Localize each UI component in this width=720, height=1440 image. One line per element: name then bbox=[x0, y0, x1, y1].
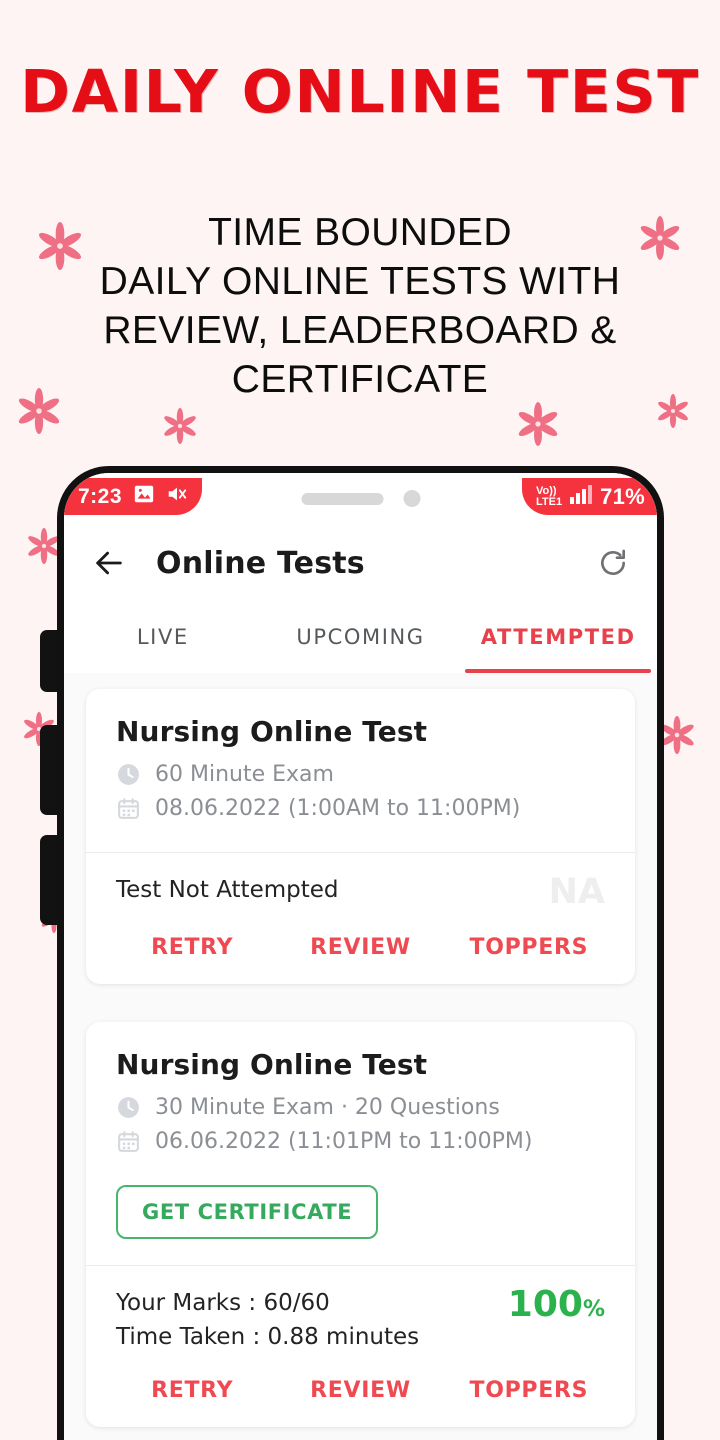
test-score-value: 100 bbox=[507, 1284, 583, 1325]
refresh-icon[interactable] bbox=[597, 547, 629, 579]
test-date: 06.06.2022 (11:01PM to 11:00PM) bbox=[155, 1129, 533, 1154]
test-result: Your Marks : 60/60 Time Taken : 0.88 min… bbox=[86, 1266, 635, 1360]
volte-label-bottom: LTE1 bbox=[535, 495, 563, 508]
certificate-wrap: GET CERTIFICATE bbox=[86, 1185, 635, 1265]
signal-bars-icon bbox=[569, 484, 593, 510]
test-card[interactable]: Nursing Online Test 60 Minute Exam 08.06… bbox=[86, 689, 635, 984]
image-icon bbox=[133, 483, 155, 511]
tab-bar: LIVE UPCOMING ATTEMPTED bbox=[64, 601, 657, 673]
get-certificate-button[interactable]: GET CERTIFICATE bbox=[116, 1185, 379, 1239]
camera-cutout bbox=[301, 490, 420, 507]
test-card-body: Nursing Online Test 60 Minute Exam 08.06… bbox=[86, 689, 635, 852]
clock-icon bbox=[116, 762, 141, 787]
promo-title: DAILY ONLINE TEST bbox=[20, 57, 700, 126]
test-score: NA bbox=[548, 872, 605, 912]
test-time-taken: Time Taken : 0.88 minutes bbox=[116, 1324, 420, 1350]
test-title: Nursing Online Test bbox=[116, 715, 428, 748]
test-date-row: 08.06.2022 (1:00AM to 11:00PM) bbox=[116, 796, 605, 821]
tab-attempted[interactable]: ATTEMPTED bbox=[459, 601, 657, 673]
retry-button[interactable]: RETRY bbox=[108, 1378, 276, 1403]
front-camera bbox=[403, 490, 420, 507]
earpiece-speaker bbox=[301, 492, 383, 505]
test-duration: 30 Minute Exam · 20 Questions bbox=[155, 1095, 500, 1120]
test-duration: 60 Minute Exam bbox=[155, 762, 334, 787]
flower-decoration-icon bbox=[162, 408, 198, 444]
battery-percent: 71% bbox=[600, 483, 645, 509]
test-duration-row: 30 Minute Exam · 20 Questions bbox=[116, 1095, 605, 1120]
test-list[interactable]: Nursing Online Test 60 Minute Exam 08.06… bbox=[64, 673, 657, 1440]
toppers-button[interactable]: TOPPERS bbox=[445, 935, 613, 960]
flower-decoration-icon bbox=[16, 388, 62, 434]
promo-subtitle: TIME BOUNDED DAILY ONLINE TESTS WITH REV… bbox=[60, 208, 660, 404]
tab-live[interactable]: LIVE bbox=[64, 601, 262, 673]
promo-subtitle-line: DAILY ONLINE TESTS WITH bbox=[99, 260, 621, 303]
app-header: Online Tests bbox=[64, 525, 657, 601]
flower-decoration-icon bbox=[516, 402, 560, 446]
tab-upcoming[interactable]: UPCOMING bbox=[262, 601, 460, 673]
page-title: Online Tests bbox=[156, 545, 365, 581]
review-button[interactable]: REVIEW bbox=[276, 935, 444, 960]
test-score-percent-sign: % bbox=[582, 1297, 605, 1322]
test-result: Test Not Attempted NA bbox=[86, 853, 635, 917]
test-score-details: Your Marks : 60/60 Time Taken : 0.88 min… bbox=[116, 1286, 419, 1354]
card-actions: RETRY REVIEW TOPPERS bbox=[86, 917, 635, 984]
test-card[interactable]: Nursing Online Test 30 Minute Exam · 20 … bbox=[86, 1022, 635, 1427]
test-marks: Your Marks : 60/60 bbox=[116, 1290, 330, 1316]
flower-decoration-icon bbox=[656, 394, 690, 428]
retry-button[interactable]: RETRY bbox=[108, 935, 276, 960]
test-status-text: Test Not Attempted bbox=[116, 877, 339, 903]
clock-icon bbox=[116, 1095, 141, 1120]
test-date-row: 06.06.2022 (11:01PM to 11:00PM) bbox=[116, 1129, 605, 1154]
status-bar-clock: 7:23 bbox=[78, 484, 123, 508]
test-duration-row: 60 Minute Exam bbox=[116, 762, 605, 787]
card-actions: RETRY REVIEW TOPPERS bbox=[86, 1360, 635, 1427]
test-date: 08.06.2022 (1:00AM to 11:00PM) bbox=[155, 796, 521, 821]
toppers-button[interactable]: TOPPERS bbox=[445, 1378, 613, 1403]
test-title: Nursing Online Test bbox=[116, 1048, 428, 1081]
back-arrow-icon[interactable] bbox=[92, 546, 126, 580]
status-bar-right: Vo)) LTE1 71% bbox=[521, 478, 657, 515]
promo-subtitle-line: CERTIFICATE bbox=[231, 358, 489, 401]
phone-mockup: 7:23 Vo)) LTE1 71% Online Tests LIVE UPC… bbox=[57, 466, 664, 1440]
promo-subtitle-line: REVIEW, LEADERBOARD & bbox=[103, 309, 617, 352]
review-button[interactable]: REVIEW bbox=[276, 1378, 444, 1403]
volte-indicator: Vo)) LTE1 bbox=[535, 485, 563, 508]
mute-icon bbox=[166, 483, 188, 511]
status-bar-left: 7:23 bbox=[64, 478, 203, 515]
calendar-icon bbox=[116, 1129, 141, 1154]
calendar-icon bbox=[116, 796, 141, 821]
promo-subtitle-line: TIME BOUNDED bbox=[208, 211, 512, 254]
test-score: 100% bbox=[508, 1286, 605, 1329]
test-card-body: Nursing Online Test 30 Minute Exam · 20 … bbox=[86, 1022, 635, 1185]
status-bar: 7:23 Vo)) LTE1 71% bbox=[64, 473, 657, 525]
